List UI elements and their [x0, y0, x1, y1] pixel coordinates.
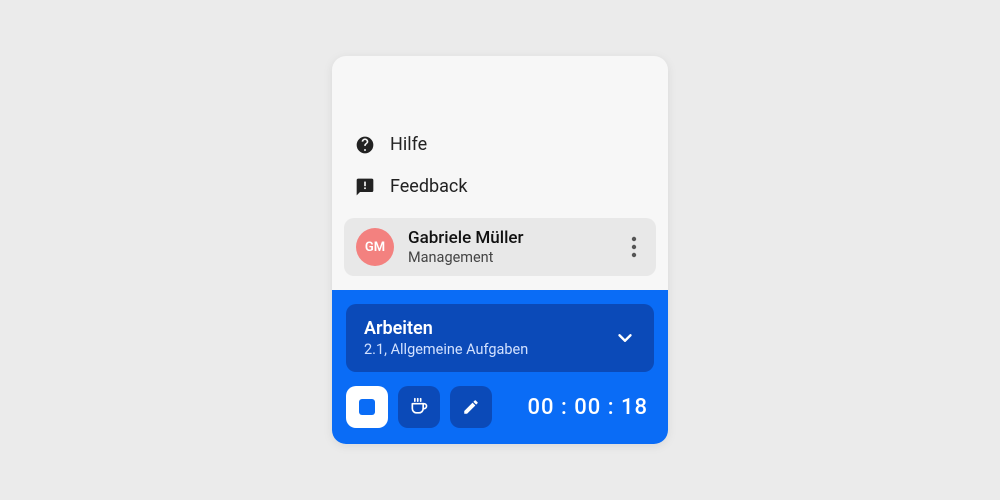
help-menu-item[interactable]: Hilfe	[332, 124, 668, 166]
task-title: Arbeiten	[364, 318, 528, 339]
help-label: Hilfe	[390, 134, 427, 155]
pencil-icon	[462, 398, 480, 416]
feedback-label: Feedback	[390, 176, 467, 197]
coffee-icon	[409, 397, 429, 417]
avatar: GM	[356, 228, 394, 266]
chevron-down-icon	[614, 327, 636, 349]
popup-card: Hilfe Feedback GM Gabriele Müller Manage…	[332, 56, 668, 445]
user-row[interactable]: GM Gabriele Müller Management	[344, 218, 656, 277]
stop-button[interactable]	[346, 386, 388, 428]
user-role: Management	[408, 249, 606, 266]
timer-panel: Arbeiten 2.1, Allgemeine Aufgaben	[332, 290, 668, 444]
timer-controls: 00 : 00 : 18	[346, 386, 654, 428]
user-name: Gabriele Müller	[408, 228, 606, 248]
avatar-initials: GM	[365, 240, 385, 255]
feedback-icon	[354, 176, 376, 198]
header-spacer	[332, 56, 668, 124]
user-text: Gabriele Müller Management	[408, 228, 606, 267]
task-text: Arbeiten 2.1, Allgemeine Aufgaben	[364, 318, 528, 358]
task-selector[interactable]: Arbeiten 2.1, Allgemeine Aufgaben	[346, 304, 654, 372]
timer-display: 00 : 00 : 18	[502, 395, 654, 420]
task-subtitle: 2.1, Allgemeine Aufgaben	[364, 341, 528, 358]
stop-icon	[359, 399, 375, 415]
edit-button[interactable]	[450, 386, 492, 428]
more-options-button[interactable]	[620, 229, 648, 265]
break-button[interactable]	[398, 386, 440, 428]
help-icon	[354, 134, 376, 156]
feedback-menu-item[interactable]: Feedback	[332, 166, 668, 208]
